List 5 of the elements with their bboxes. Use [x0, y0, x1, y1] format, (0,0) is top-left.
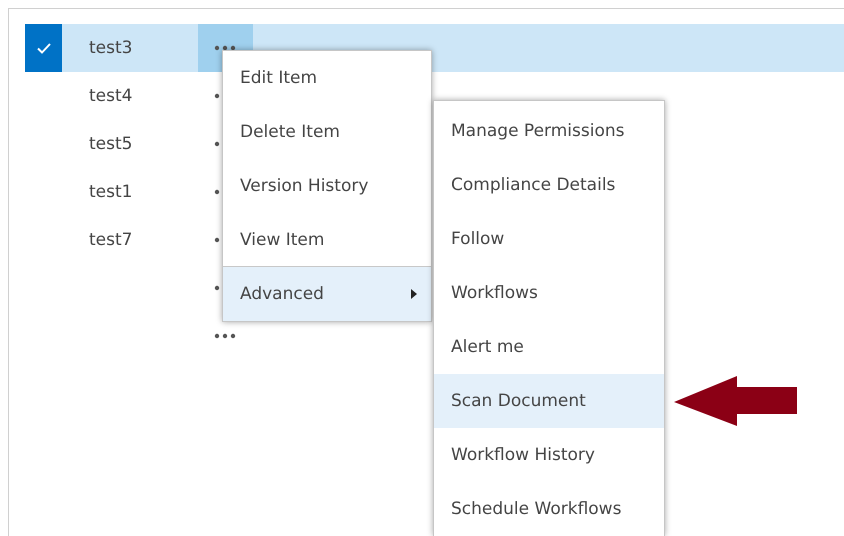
item-name: test4 [89, 86, 132, 106]
item-name: test5 [89, 134, 132, 154]
item-name: test1 [89, 182, 132, 202]
item-name: test7 [89, 230, 132, 250]
item-name: test3 [89, 38, 132, 58]
